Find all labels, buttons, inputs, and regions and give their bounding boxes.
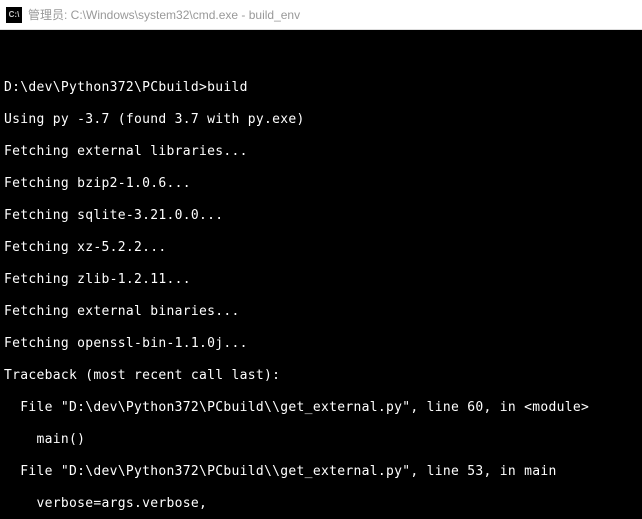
cmd-icon: C:\ [6,7,22,23]
terminal-line: Fetching bzip2-1.0.6... [4,176,638,192]
terminal-line: Fetching openssl-bin-1.1.0j... [4,336,638,352]
terminal-output[interactable]: D:\dev\Python372\PCbuild>build Using py … [0,30,642,519]
window-titlebar: C:\ 管理员: C:\Windows\system32\cmd.exe - b… [0,0,642,30]
terminal-line: File "D:\dev\Python372\PCbuild\\get_exte… [4,464,638,480]
terminal-line: Fetching external libraries... [4,144,638,160]
terminal-line: D:\dev\Python372\PCbuild>build [4,80,638,96]
terminal-line: Using py -3.7 (found 3.7 with py.exe) [4,112,638,128]
cmd-icon-label: C:\ [9,10,20,19]
terminal-line: File "D:\dev\Python372\PCbuild\\get_exte… [4,400,638,416]
window-title: 管理员: C:\Windows\system32\cmd.exe - build… [28,6,300,23]
terminal-line: Fetching zlib-1.2.11... [4,272,638,288]
terminal-line: verbose=args.verbose, [4,496,638,512]
terminal-line: main() [4,432,638,448]
terminal-line: Fetching xz-5.2.2... [4,240,638,256]
terminal-line: Fetching sqlite-3.21.0.0... [4,208,638,224]
terminal-line: Fetching external binaries... [4,304,638,320]
terminal-line: Traceback (most recent call last): [4,368,638,384]
